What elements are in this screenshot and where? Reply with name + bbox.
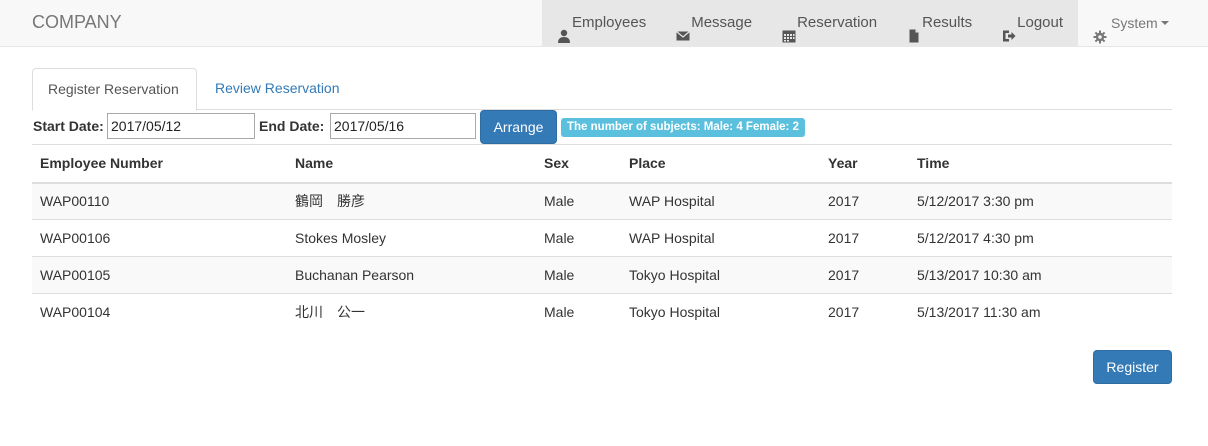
cell-place: WAP Hospital: [621, 182, 820, 220]
nav-message[interactable]: Message: [661, 0, 768, 46]
cell-sex: Male: [536, 256, 621, 294]
caret-down-icon: [1160, 21, 1169, 25]
nav-employees-label: Employees: [572, 14, 647, 31]
nav-results-label: Results: [922, 14, 973, 31]
envelope-icon: [676, 16, 691, 41]
logout-icon: [1002, 16, 1016, 42]
cell-time: 5/12/2017 4:30 pm: [909, 219, 1172, 257]
cell-name: 北川 公一: [287, 293, 536, 331]
cell-sex: Male: [536, 182, 621, 220]
nav-logout-label: Logout: [1017, 14, 1064, 31]
subjects-count-badge: The number of subjects: Male: 4 Female: …: [561, 118, 805, 137]
table-row: WAP00110 鶴岡 勝彦 Male WAP Hospital 2017 5/…: [32, 182, 1172, 220]
nav-message-label: Message: [691, 14, 753, 31]
calendar-icon: [782, 16, 796, 43]
user-icon: [557, 16, 571, 43]
cell-place: WAP Hospital: [621, 219, 820, 257]
table-row: WAP00104 北川 公一 Male Tokyo Hospital 2017 …: [32, 293, 1172, 331]
cell-sex: Male: [536, 219, 621, 257]
cell-year: 2017: [820, 219, 909, 257]
nav-system-dropdown[interactable]: System: [1078, 0, 1184, 46]
start-date-input[interactable]: [107, 113, 255, 139]
col-place: Place: [621, 144, 820, 184]
cell-time: 5/12/2017 3:30 pm: [909, 182, 1172, 220]
table-row: WAP00105 Buchanan Pearson Male Tokyo Hos…: [32, 256, 1172, 294]
cell-employee-number: WAP00110: [32, 182, 287, 220]
brand-logo[interactable]: COMPANY: [32, 12, 122, 33]
cell-name: Stokes Mosley: [287, 219, 536, 257]
col-time: Time: [909, 144, 1172, 184]
nav-reservation-label: Reservation: [797, 14, 878, 31]
table-header: Employee Number Name Sex Place Year Time: [32, 144, 1172, 184]
tab-review-reservation[interactable]: Review Reservation: [200, 68, 355, 110]
main-nav: Employees Message Reservation Results Lo…: [542, 0, 1184, 46]
cell-employee-number: WAP00106: [32, 219, 287, 257]
start-date-label: Start Date:: [33, 118, 104, 134]
reservation-table: Employee Number Name Sex Place Year Time…: [32, 144, 1172, 331]
cell-employee-number: WAP00104: [32, 293, 287, 331]
cell-name: 鶴岡 勝彦: [287, 182, 536, 220]
cell-year: 2017: [820, 293, 909, 331]
cell-time: 5/13/2017 10:30 am: [909, 256, 1172, 294]
gear-icon: [1093, 16, 1107, 44]
reservation-tabs: Register Reservation Review Reservation: [32, 68, 1172, 111]
arrange-button[interactable]: Arrange: [480, 110, 557, 144]
cell-employee-number: WAP00105: [32, 256, 287, 294]
tab-register-reservation[interactable]: Register Reservation: [32, 68, 197, 111]
cell-year: 2017: [820, 182, 909, 220]
table-row: WAP00106 Stokes Mosley Male WAP Hospital…: [32, 219, 1172, 257]
nav-system-label: System: [1111, 15, 1158, 31]
nav-logout[interactable]: Logout: [987, 0, 1079, 46]
col-name: Name: [287, 144, 536, 184]
cell-place: Tokyo Hospital: [621, 293, 820, 331]
nav-employees[interactable]: Employees: [542, 0, 662, 46]
cell-time: 5/13/2017 11:30 am: [909, 293, 1172, 331]
end-date-input[interactable]: [330, 113, 476, 139]
col-year: Year: [820, 144, 909, 184]
cell-place: Tokyo Hospital: [621, 256, 820, 294]
cell-sex: Male: [536, 293, 621, 331]
col-sex: Sex: [536, 144, 621, 184]
col-employee-number: Employee Number: [32, 144, 287, 184]
register-button[interactable]: Register: [1093, 350, 1172, 384]
end-date-label: End Date:: [259, 118, 325, 134]
file-icon: [907, 16, 921, 43]
nav-results[interactable]: Results: [892, 0, 988, 46]
cell-name: Buchanan Pearson: [287, 256, 536, 294]
nav-reservation[interactable]: Reservation: [767, 0, 893, 46]
top-navbar: COMPANY Employees Message Reservation Re…: [0, 0, 1208, 47]
cell-year: 2017: [820, 256, 909, 294]
date-filter-bar: Start Date: End Date: Arrange The number…: [32, 110, 1172, 145]
